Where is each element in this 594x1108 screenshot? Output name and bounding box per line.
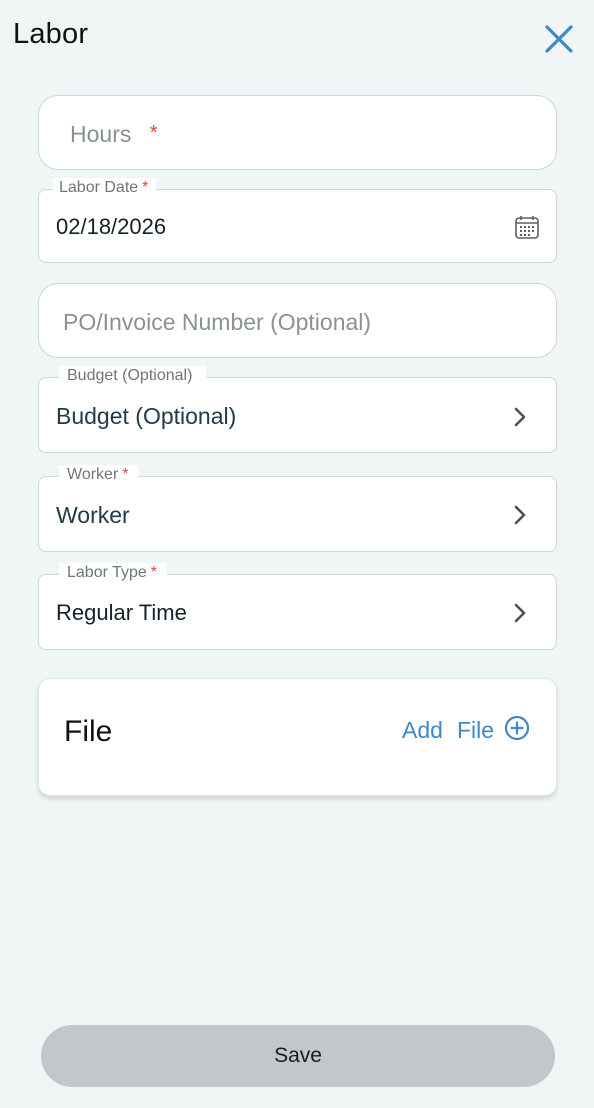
required-mark: * — [142, 179, 149, 196]
close-icon[interactable] — [542, 22, 576, 56]
calendar-icon[interactable] — [514, 214, 540, 240]
labor-type-select[interactable]: Labor Type * Regular Time — [38, 563, 557, 650]
required-mark: * — [149, 122, 158, 144]
budget-value: Budget (Optional) — [56, 403, 237, 429]
budget-select[interactable]: Budget (Optional) Budget (Optional) — [38, 366, 557, 453]
labor-date-field[interactable]: Labor Date * 02/18/2026 — [38, 178, 557, 263]
chevron-right-icon — [514, 603, 526, 623]
file-section: File Add File — [38, 678, 557, 796]
po-invoice-input[interactable]: PO/Invoice Number (Optional) — [38, 283, 557, 358]
chevron-right-icon — [514, 407, 526, 427]
add-file-button[interactable]: Add File — [402, 715, 530, 744]
budget-label: Budget (Optional) — [59, 366, 207, 386]
hours-input[interactable]: Hours * — [38, 95, 557, 170]
chevron-right-icon — [514, 505, 526, 525]
labor-type-label: Labor Type * — [59, 563, 167, 583]
po-invoice-placeholder: PO/Invoice Number (Optional) — [63, 309, 372, 335]
budget-label-text: Budget (Optional) — [67, 367, 193, 384]
header: Labor — [0, 0, 594, 80]
labor-date-label: Labor Date * — [53, 178, 157, 198]
hours-placeholder: Hours * — [70, 121, 158, 148]
close-button[interactable] — [542, 22, 576, 56]
add-file-label-file: File — [456, 717, 494, 743]
labor-date-value: 02/18/2026 — [56, 214, 167, 239]
labor-type-label-text: Labor Type — [67, 564, 147, 581]
page-title: Labor — [13, 18, 89, 50]
worker-label-text: Worker — [67, 466, 119, 483]
hours-placeholder-text: Hours — [70, 121, 132, 147]
save-button[interactable]: Save — [41, 1025, 555, 1087]
worker-label: Worker * — [59, 465, 139, 485]
required-mark: * — [122, 466, 129, 483]
file-section-title: File — [64, 715, 113, 748]
labor-type-value: Regular Time — [56, 600, 187, 625]
plus-circle-icon — [504, 715, 530, 740]
labor-date-label-text: Labor Date — [59, 179, 139, 196]
add-file-label-add: Add — [402, 717, 443, 743]
save-button-label: Save — [274, 1044, 322, 1067]
required-mark: * — [150, 564, 157, 581]
worker-value: Worker — [56, 502, 130, 528]
worker-select[interactable]: Worker * Worker — [38, 465, 557, 552]
